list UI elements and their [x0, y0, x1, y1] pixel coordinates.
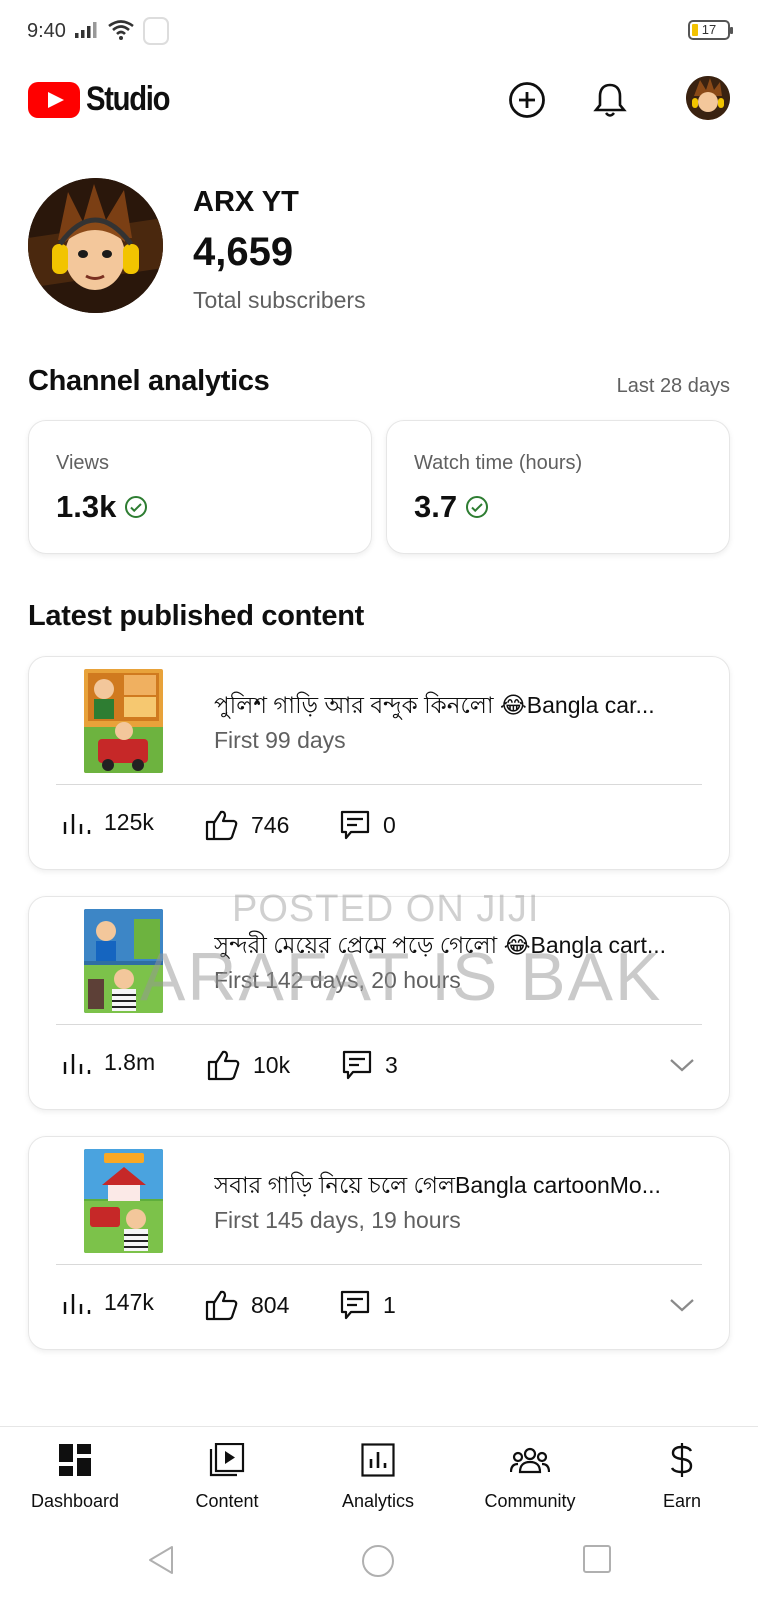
analytics-title: Channel analytics [28, 365, 270, 397]
views-stat: 147k [62, 1289, 154, 1316]
metric-value: 3.7 [414, 489, 458, 524]
earn-icon [670, 1443, 693, 1477]
views-count: 125k [104, 809, 154, 835]
back-icon[interactable] [146, 1544, 176, 1576]
video-period: First 99 days [214, 727, 346, 753]
video-title: সবার গাড়ি নিয়ে চলে গেলBangla cartoonMo… [214, 1172, 661, 1198]
likes-count: 746 [251, 811, 290, 838]
youtube-logo-icon [28, 81, 80, 118]
nav-label: Analytics [341, 1491, 415, 1511]
like-icon [205, 1290, 238, 1321]
nav-label: Earn [662, 1491, 702, 1511]
nav-community[interactable]: Community [460, 1441, 600, 1512]
likes-stat: 10k [207, 1049, 290, 1081]
notifications-icon[interactable] [590, 80, 630, 120]
nav-earn[interactable]: Earn [612, 1441, 752, 1512]
video-period: First 145 days, 19 hours [214, 1207, 461, 1233]
views-icon [63, 813, 91, 834]
views-stat: 125k [62, 809, 154, 836]
recents-icon[interactable] [582, 1544, 612, 1574]
watermark-line-1: POSTED ON JIJI [232, 888, 540, 930]
dashboard-icon [59, 1444, 91, 1476]
wifi-icon [108, 20, 134, 40]
signal-icon [75, 22, 97, 38]
views-count: 147k [104, 1289, 154, 1315]
views-icon [63, 1053, 91, 1074]
chevron-down-icon[interactable] [669, 1297, 695, 1313]
account-avatar[interactable] [686, 76, 730, 120]
nav-label: Content [195, 1491, 259, 1511]
like-icon [205, 810, 238, 841]
video-card[interactable]: পুলিশ গাড়ি আর বন্দুক কিনলো 😂Bangla car.… [28, 656, 730, 870]
watermark-line-2: ARAFAT IS BAK [140, 939, 663, 1015]
nav-label: Community [484, 1491, 576, 1511]
metric-value: 1.3k [56, 489, 117, 524]
check-circle-icon [125, 496, 148, 518]
battery-level: 17 [701, 22, 717, 37]
comments-count: 1 [383, 1291, 396, 1318]
channel-avatar[interactable] [28, 178, 163, 313]
comment-icon [342, 1050, 372, 1080]
likes-count: 10k [253, 1051, 291, 1078]
video-thumbnail[interactable] [84, 669, 163, 773]
battery-icon: 17 [688, 20, 733, 40]
views-icon [63, 1293, 91, 1314]
comments-stat: 3 [341, 1049, 398, 1081]
analytics-icon [361, 1443, 395, 1477]
views-stat: 1.8m [62, 1049, 155, 1076]
bottom-navigation: Dashboard Content Analytics Community Ea… [0, 1426, 758, 1516]
app-header: Studio [0, 72, 758, 128]
comments-stat: 1 [339, 1289, 396, 1321]
comment-icon [340, 1290, 370, 1320]
studio-logo[interactable]: Studio [28, 80, 183, 119]
channel-name: ARX YT [193, 186, 299, 218]
views-card[interactable]: Views 1.3k [28, 420, 372, 554]
watch-time-card[interactable]: Watch time (hours) 3.7 [386, 420, 730, 554]
divider [56, 1024, 702, 1025]
community-icon [510, 1447, 550, 1474]
likes-stat: 746 [205, 809, 289, 841]
status-bar: 9:40 17 [0, 0, 758, 62]
comments-stat: 0 [339, 809, 396, 841]
nav-dashboard[interactable]: Dashboard [5, 1441, 145, 1512]
video-title: পুলিশ গাড়ি আর বন্দুক কিনলো 😂Bangla car.… [214, 692, 655, 718]
comments-count: 3 [385, 1051, 398, 1078]
metric-label: Views [56, 452, 109, 474]
nav-content[interactable]: Content [157, 1441, 297, 1512]
analytics-period[interactable]: Last 28 days [617, 375, 730, 398]
check-circle-icon [466, 496, 489, 518]
divider [56, 1264, 702, 1265]
subscriber-count: 4,659 [193, 230, 294, 274]
comment-icon [340, 810, 370, 840]
app-name: Studio [86, 80, 171, 118]
home-icon[interactable] [361, 1544, 395, 1578]
divider [56, 784, 702, 785]
nav-analytics[interactable]: Analytics [308, 1441, 448, 1512]
latest-content-title: Latest published content [28, 600, 364, 632]
likes-stat: 804 [205, 1289, 289, 1321]
system-navigation [0, 1530, 758, 1600]
subscriber-label: Total subscribers [193, 287, 366, 313]
create-icon[interactable] [507, 80, 547, 120]
video-card[interactable]: সবার গাড়ি নিয়ে চলে গেলBangla cartoonMo… [28, 1136, 730, 1350]
views-count: 1.8m [104, 1049, 156, 1075]
status-time: 9:40 [27, 20, 66, 42]
comments-count: 0 [383, 811, 396, 838]
content-icon [209, 1443, 245, 1477]
nav-label: Dashboard [30, 1491, 120, 1511]
video-thumbnail[interactable] [84, 1149, 163, 1253]
metric-label: Watch time (hours) [414, 452, 583, 474]
chevron-down-icon[interactable] [669, 1057, 695, 1073]
like-icon [207, 1050, 240, 1081]
likes-count: 804 [251, 1291, 290, 1318]
notification-placeholder-icon [143, 17, 169, 45]
